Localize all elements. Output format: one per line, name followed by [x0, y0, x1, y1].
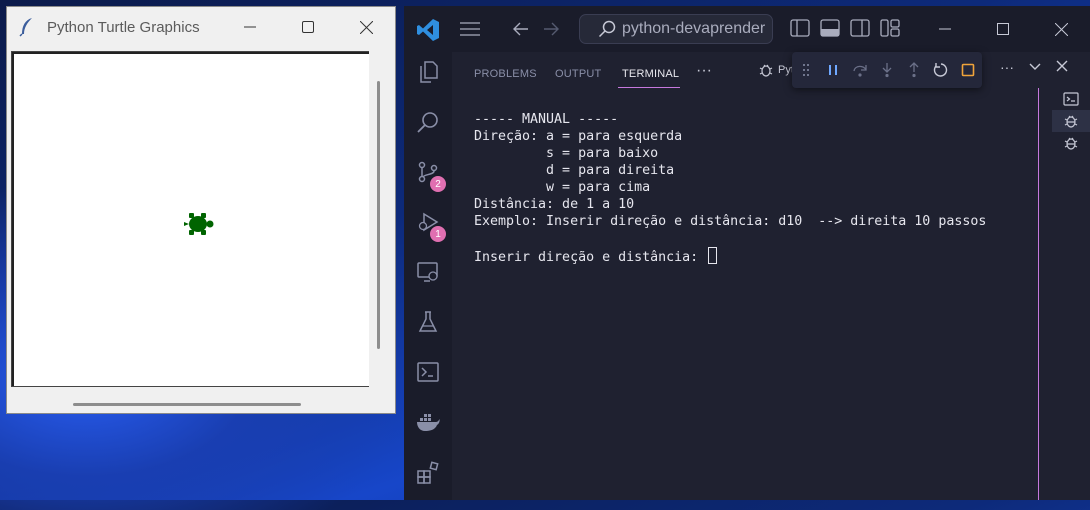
terminal-icon — [417, 362, 439, 382]
terminal-tabs-list — [1052, 88, 1090, 154]
step-out-icon — [909, 62, 918, 78]
remote-explorer-icon — [417, 262, 438, 282]
run-debug-badge: 1 — [430, 226, 446, 242]
toggle-secondary-sidebar-icon[interactable] — [850, 19, 870, 37]
terminal-cursor — [708, 247, 718, 264]
maximize-icon — [302, 21, 314, 33]
restart-button[interactable] — [927, 56, 954, 84]
title-bar[interactable]: Python Turtle Graphics — [7, 7, 395, 47]
terminal-tab-debug-2[interactable] — [1052, 132, 1090, 154]
search-icon — [417, 112, 438, 133]
tab-terminal[interactable]: TERMINAL — [622, 68, 679, 80]
search-text: python-devaprender — [622, 20, 766, 37]
active-tab-indicator — [618, 87, 680, 88]
customize-layout-icon[interactable] — [880, 19, 900, 37]
terminal-line: w = para cima — [474, 180, 651, 195]
panel-header: PROBLEMS OUTPUT TERMINAL ··· Pyth — [452, 52, 1090, 88]
minimize-icon — [939, 28, 951, 30]
terminal-tabs-divider — [1038, 88, 1039, 500]
tab-problems[interactable]: PROBLEMS — [474, 68, 537, 80]
menu-icon[interactable] — [460, 22, 480, 36]
terminal-prompt: Inserir direção e distância: — [474, 250, 707, 265]
close-icon — [1054, 22, 1068, 36]
activity-bar: 2 1 — [404, 52, 452, 500]
horizontal-scrollbar[interactable] — [73, 403, 301, 406]
grip-icon — [802, 64, 809, 76]
step-into-icon — [882, 63, 891, 78]
source-control-button[interactable]: 2 — [404, 152, 452, 192]
debug-toolbar — [792, 52, 982, 88]
feather-icon — [19, 18, 32, 37]
toggle-panel-icon[interactable] — [820, 19, 840, 37]
terminal-line: Exemplo: Inserir direção e distância: d1… — [474, 214, 987, 229]
window-title: Python Turtle Graphics — [47, 18, 200, 36]
vertical-scrollbar[interactable] — [377, 81, 380, 349]
debug-bug-icon — [1064, 137, 1078, 150]
docker-icon — [417, 414, 440, 431]
stop-button[interactable] — [954, 56, 981, 84]
explorer-button[interactable] — [404, 52, 452, 92]
debug-bug-icon — [1064, 115, 1078, 128]
close-panel-icon[interactable] — [1056, 60, 1068, 72]
tab-output[interactable]: OUTPUT — [555, 68, 601, 80]
run-debug-button[interactable]: 1 — [404, 202, 452, 242]
terminal-tab-shell[interactable] — [1052, 88, 1090, 110]
stop-icon — [961, 63, 974, 77]
step-over-icon — [852, 65, 867, 77]
testing-button[interactable] — [404, 302, 452, 342]
minimize-icon — [244, 26, 256, 28]
terminal-prompt-line[interactable]: Inserir direção e distância: — [474, 247, 1034, 266]
extensions-button[interactable] — [404, 452, 452, 492]
files-icon — [420, 61, 438, 83]
turtle-icon — [184, 213, 214, 235]
flask-icon — [418, 311, 438, 332]
step-into-button[interactable] — [873, 56, 900, 84]
terminal-line: Distância: de 1 a 10 — [474, 197, 635, 212]
more-actions-button[interactable]: ··· — [1000, 60, 1014, 74]
remote-explorer-button[interactable] — [404, 252, 452, 292]
maximize-icon — [997, 23, 1009, 35]
terminal-line: d = para direita — [474, 163, 675, 178]
search-view-button[interactable] — [404, 102, 452, 142]
toggle-primary-sidebar-icon[interactable] — [790, 19, 810, 37]
terminal-line: s = para baixo — [474, 146, 659, 161]
step-out-button[interactable] — [900, 56, 927, 84]
pause-button[interactable] — [819, 56, 846, 84]
restart-icon — [933, 63, 947, 77]
turtle-graphics-window: Python Turtle Graphics — [6, 6, 396, 414]
vscode-window: python-devaprender 2 1 PROBLEMS OUTPUT T… — [404, 6, 1090, 500]
search-icon — [598, 20, 616, 38]
terminal-line: ----- MANUAL ----- — [474, 112, 619, 127]
chevron-down-icon[interactable] — [1028, 60, 1042, 74]
vscode-logo-icon — [417, 19, 439, 41]
terminal-line: Direção: a = para esquerda — [474, 129, 683, 144]
more-views-button[interactable]: ··· — [696, 62, 712, 80]
pause-icon — [828, 65, 837, 75]
terminal-output[interactable]: ----- MANUAL ----- Direção: a = para esqu… — [474, 94, 1034, 300]
command-center-search[interactable]: python-devaprender — [579, 14, 773, 44]
back-arrow-icon[interactable] — [512, 20, 530, 38]
extensions-icon — [417, 461, 439, 484]
debug-drag-handle[interactable] — [792, 56, 819, 84]
close-button[interactable] — [337, 7, 395, 47]
minimize-button[interactable] — [916, 6, 974, 52]
terminal-icon — [1063, 92, 1079, 106]
docker-button[interactable] — [404, 402, 452, 442]
close-icon — [359, 20, 373, 34]
debug-bug-icon — [759, 64, 773, 77]
terminal-tab-debug-1[interactable] — [1052, 110, 1090, 132]
maximize-button[interactable] — [279, 7, 337, 47]
maximize-button[interactable] — [974, 6, 1032, 52]
minimize-button[interactable] — [221, 7, 279, 47]
source-control-badge: 2 — [430, 176, 446, 192]
title-bar[interactable]: python-devaprender — [404, 6, 1090, 52]
close-button[interactable] — [1032, 6, 1090, 52]
forward-arrow-icon[interactable] — [542, 20, 560, 38]
terminal-view-button[interactable] — [404, 352, 452, 392]
step-over-button[interactable] — [846, 56, 873, 84]
